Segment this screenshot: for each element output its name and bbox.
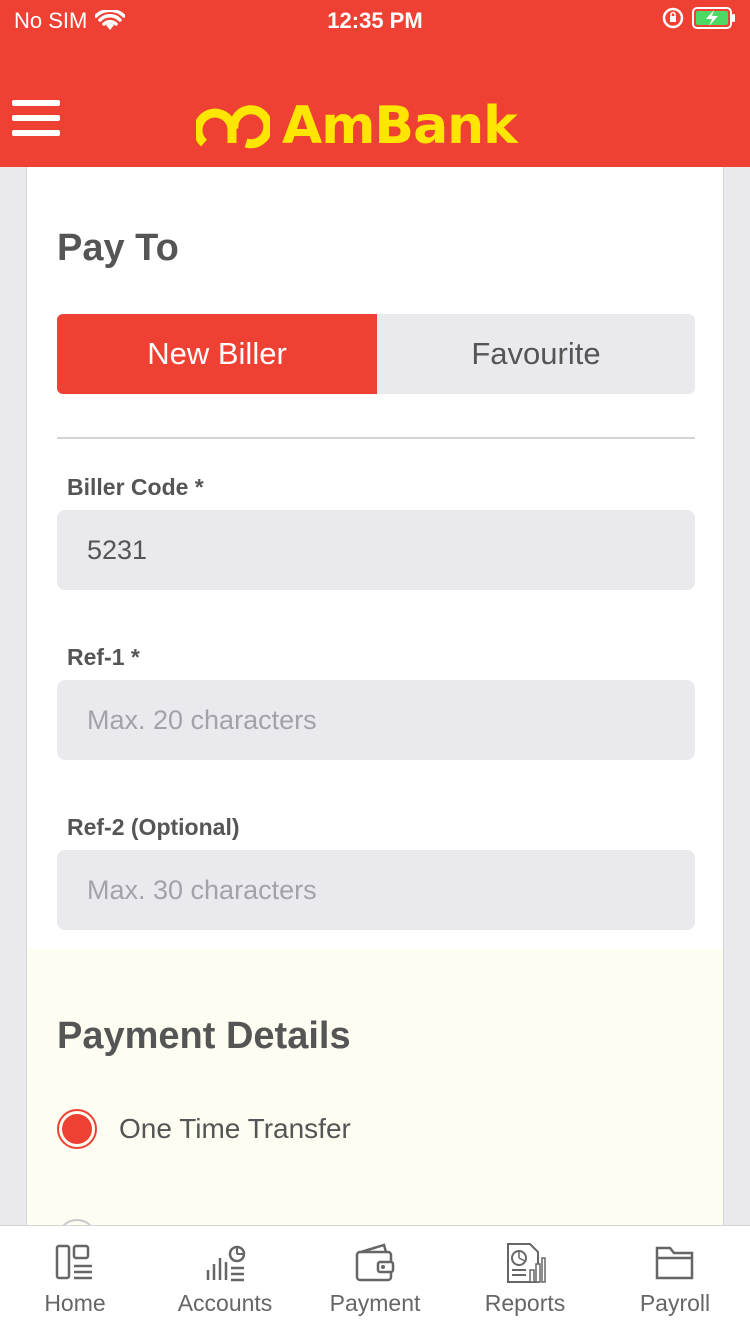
tab-home[interactable]: Home (0, 1226, 150, 1334)
tab-accounts-label: Accounts (177, 1290, 273, 1316)
wallet-icon (355, 1243, 395, 1282)
ref2-label: Ref-2 (Optional) (67, 814, 240, 840)
tab-payment-label: Payment (329, 1290, 421, 1316)
tab-accounts[interactable]: Accounts (150, 1226, 300, 1334)
biller-tab-switch: New Biller Favourite (57, 314, 695, 394)
battery-charging-icon (692, 7, 735, 29)
tab-reports[interactable]: Reports (450, 1226, 600, 1334)
payment-details-section: Payment Details One Time Transfer (27, 949, 723, 1225)
ambank-symbol-icon (196, 105, 270, 149)
one-time-transfer-option[interactable]: One Time Transfer (57, 1109, 351, 1149)
tab-payment[interactable]: Payment (300, 1226, 450, 1334)
hamburger-line (12, 130, 60, 136)
radio-selected[interactable] (57, 1109, 97, 1149)
payment-details-title: Payment Details (57, 1015, 351, 1057)
status-time: 12:35 PM (327, 8, 423, 33)
one-time-transfer-label: One Time Transfer (119, 1113, 351, 1144)
tab-payroll[interactable]: Payroll (600, 1226, 750, 1334)
rotation-lock-icon (662, 7, 684, 29)
biller-code-label: Biller Code * (67, 474, 204, 500)
tab-home-label: Home (44, 1290, 106, 1316)
section-divider (57, 437, 695, 439)
folder-icon (655, 1246, 694, 1280)
ref2-input[interactable] (57, 850, 695, 930)
tab-reports-label: Reports (484, 1290, 566, 1316)
form-card: Pay To New Biller Favourite Biller Code … (26, 167, 724, 1225)
tab-new-biller[interactable]: New Biller (57, 314, 377, 394)
biller-code-input[interactable] (57, 510, 695, 590)
status-right (662, 6, 736, 30)
hamburger-line (12, 100, 60, 106)
brand-name: AmBank (282, 96, 518, 156)
ref1-label: Ref-1 * (67, 644, 140, 670)
status-bar: No SIM 12:35 PM (0, 0, 750, 42)
tab-payroll-label: Payroll (639, 1290, 711, 1316)
hamburger-line (12, 115, 60, 121)
ambank-logo: AmBank (196, 96, 518, 156)
ref1-input[interactable] (57, 680, 695, 760)
reports-icon (507, 1243, 546, 1283)
radio-dot (62, 1114, 92, 1144)
accounts-icon (206, 1245, 246, 1282)
pay-to-title: Pay To (57, 227, 179, 269)
tab-favourite[interactable]: Favourite (377, 314, 695, 394)
bottom-tab-bar: Home Accounts Payment Reports Payroll (0, 1225, 750, 1334)
app-header: No SIM 12:35 PM AmBank (0, 0, 750, 167)
home-icon (55, 1244, 92, 1280)
menu-button[interactable] (12, 100, 60, 140)
